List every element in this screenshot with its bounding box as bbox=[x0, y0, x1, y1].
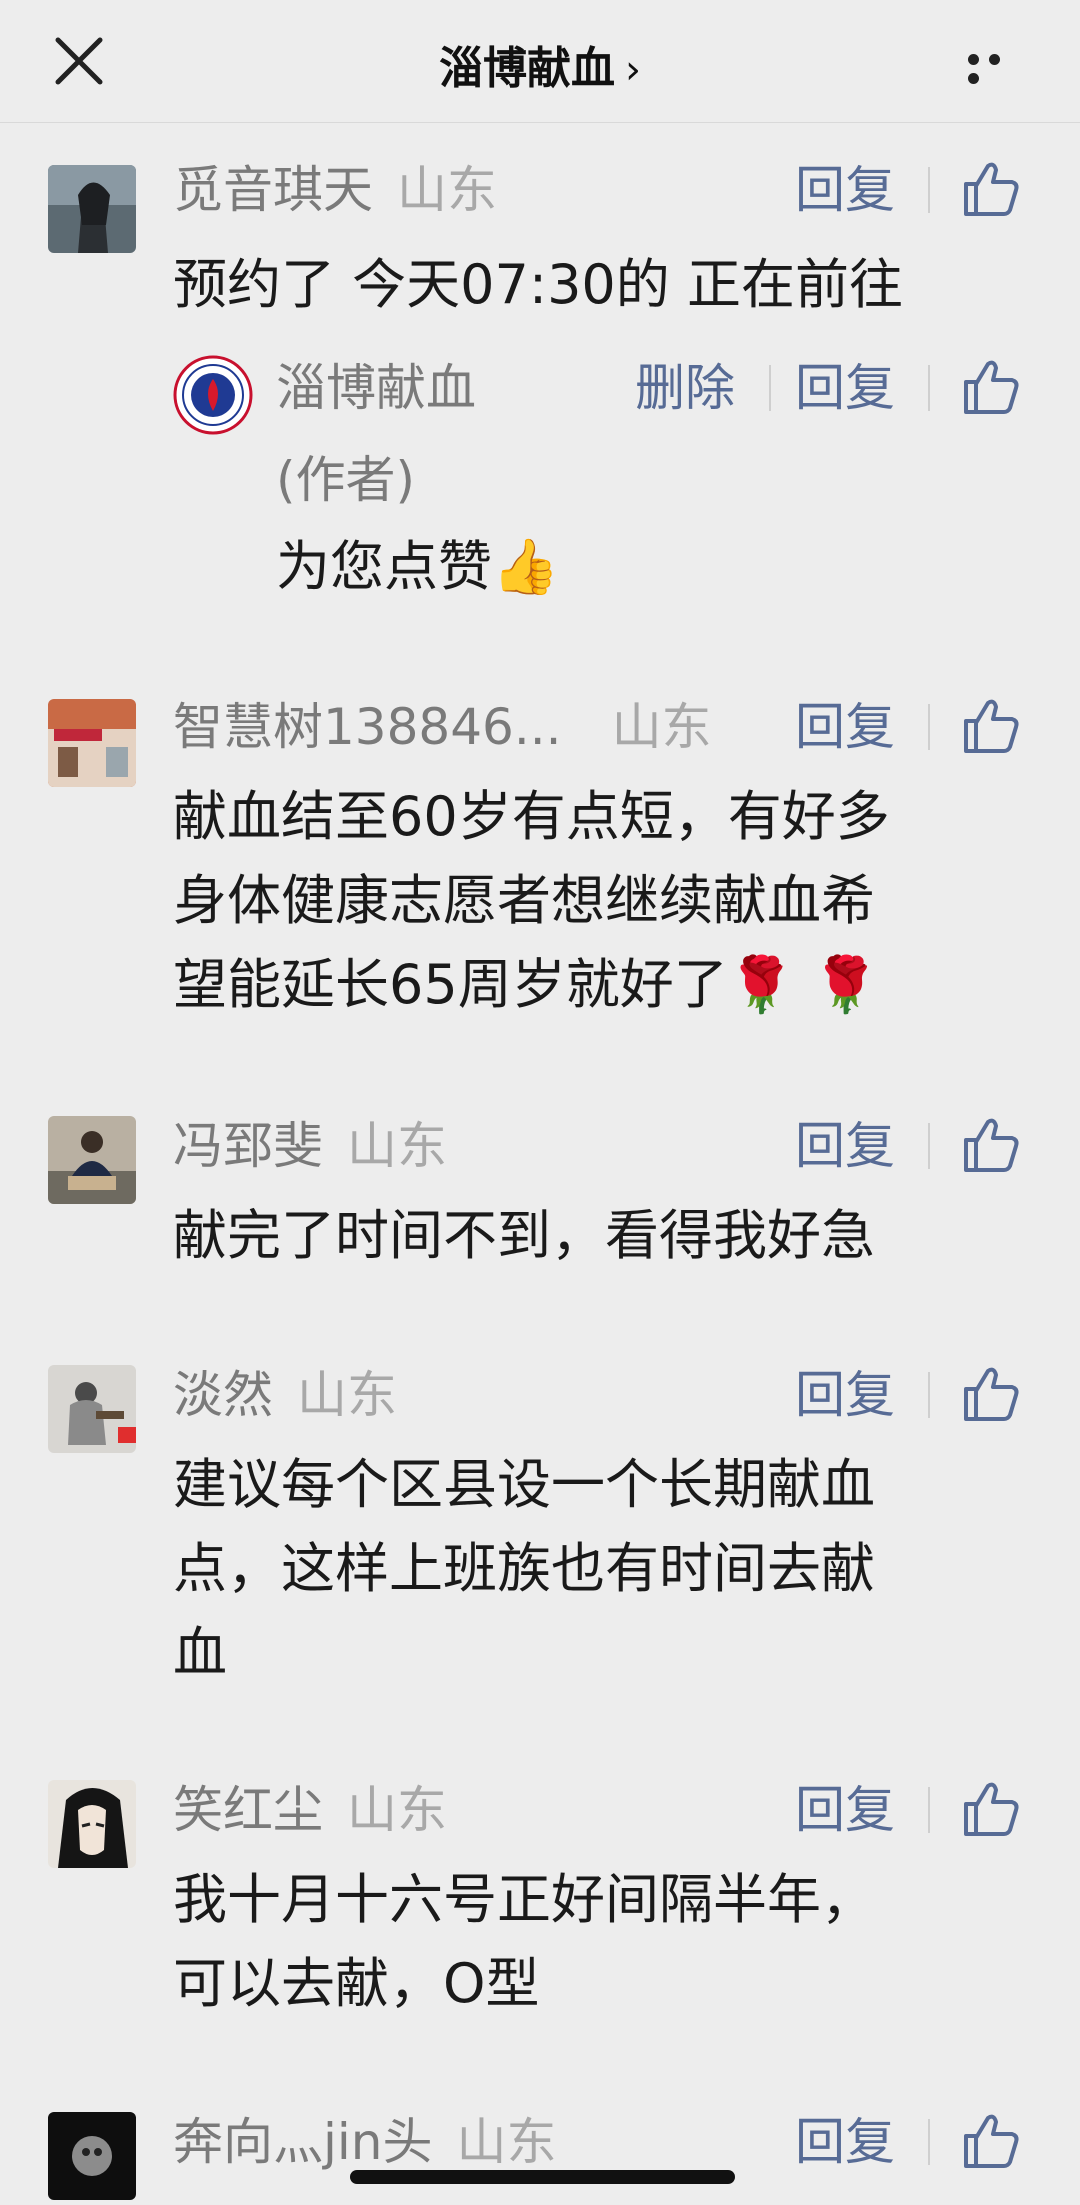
commenter-region: 山东 bbox=[347, 1781, 447, 1839]
comment-text-line: 身体健康志愿者想继续献血希 bbox=[173, 869, 875, 932]
like-icon[interactable] bbox=[960, 695, 1022, 757]
comment-header: 觅音琪天 山东 bbox=[173, 160, 497, 220]
reply-button[interactable]: 回复 bbox=[795, 697, 895, 757]
delete-button[interactable]: 删除 bbox=[635, 358, 735, 418]
author-reply-text: 为您点赞👍 bbox=[276, 535, 560, 598]
author-name[interactable]: 淄博献血 bbox=[276, 358, 476, 418]
avatar[interactable] bbox=[48, 2112, 136, 2200]
chevron-right-icon: › bbox=[625, 47, 641, 93]
comment-header: 淡然 山东 bbox=[173, 1365, 397, 1425]
reply-button[interactable]: 回复 bbox=[795, 1116, 895, 1176]
commenter-region: 山东 bbox=[297, 1366, 397, 1424]
commenter-region: 山东 bbox=[347, 1117, 447, 1175]
reply-button[interactable]: 回复 bbox=[795, 160, 895, 220]
page-title-text: 淄博献血 bbox=[439, 43, 615, 94]
comment-text: 献完了时间不到，看得我好急 bbox=[173, 1204, 875, 1267]
like-icon[interactable] bbox=[960, 356, 1022, 418]
reply-button[interactable]: 回复 bbox=[795, 1780, 895, 1840]
divider bbox=[928, 1372, 930, 1418]
commenter-name[interactable]: 笑红尘 bbox=[173, 1781, 323, 1839]
comment-text: 预约了 今天07:30的 正在前往 bbox=[173, 253, 903, 316]
like-icon[interactable] bbox=[960, 158, 1022, 220]
comment-text-line: 望能延长65周岁就好了🌹 🌹 bbox=[173, 953, 880, 1016]
author-avatar[interactable] bbox=[173, 355, 253, 435]
comment-text: 建议每个区县设一个长期献血 点，这样上班族也有时间去献 血 bbox=[173, 1443, 1033, 1695]
comment-text-line: 点，这样上班族也有时间去献 bbox=[173, 1537, 875, 1600]
top-bar: 淄博献血 › bbox=[0, 0, 1080, 123]
divider bbox=[928, 704, 930, 750]
avatar[interactable] bbox=[48, 165, 136, 253]
divider bbox=[928, 1787, 930, 1833]
commenter-name[interactable]: 奔向灬jin头 bbox=[173, 2113, 432, 2171]
reply-button[interactable]: 回复 bbox=[795, 2112, 895, 2172]
commenter-name[interactable]: 智慧树138846... bbox=[173, 698, 562, 756]
comment-text-line: 建议每个区县设一个长期献血 bbox=[173, 1453, 875, 1516]
comment-text: 我十月十六号正好间隔半年， 可以去献，O型 bbox=[173, 1858, 1033, 2026]
reply-button[interactable]: 回复 bbox=[795, 358, 895, 418]
more-options-icon[interactable] bbox=[968, 50, 1028, 84]
reply-button[interactable]: 回复 bbox=[795, 1365, 895, 1425]
commenter-region: 山东 bbox=[611, 698, 712, 756]
divider bbox=[769, 365, 771, 411]
like-icon[interactable] bbox=[960, 1778, 1022, 1840]
comment-header: 冯郅斐 山东 bbox=[173, 1116, 447, 1176]
divider bbox=[928, 1123, 930, 1169]
avatar[interactable] bbox=[48, 1365, 136, 1453]
like-icon[interactable] bbox=[960, 1114, 1022, 1176]
avatar[interactable] bbox=[48, 1116, 136, 1204]
commenter-region: 山东 bbox=[397, 161, 497, 219]
author-tag: (作者) bbox=[276, 451, 416, 509]
comment-text-line: 血 bbox=[173, 1621, 227, 1684]
avatar[interactable] bbox=[48, 699, 136, 787]
comment-header: 奔向灬jin头 山东 bbox=[173, 2112, 556, 2172]
commenter-region: 山东 bbox=[456, 2113, 557, 2171]
divider bbox=[928, 365, 930, 411]
divider bbox=[928, 167, 930, 213]
commenter-name[interactable]: 淡然 bbox=[173, 1366, 273, 1424]
comment-header: 智慧树138846... 山东 bbox=[173, 697, 712, 757]
commenter-name[interactable]: 冯郅斐 bbox=[173, 1117, 323, 1175]
comment-text-line: 我十月十六号正好间隔半年， bbox=[173, 1868, 875, 1931]
comment-text: 献血结至60岁有点短，有好多 身体健康志愿者想继续献血希 望能延长65周岁就好了… bbox=[173, 775, 1033, 1027]
page-title[interactable]: 淄博献血 › bbox=[0, 32, 1080, 96]
comment-header: 笑红尘 山东 bbox=[173, 1780, 447, 1840]
like-icon[interactable] bbox=[960, 1363, 1022, 1425]
divider bbox=[928, 2119, 930, 2165]
comment-text-line: 可以去献，O型 bbox=[173, 1952, 540, 2015]
home-indicator[interactable] bbox=[350, 2170, 735, 2184]
like-icon[interactable] bbox=[960, 2110, 1022, 2172]
comment-text-line: 献血结至60岁有点短，有好多 bbox=[173, 785, 890, 848]
commenter-name[interactable]: 觅音琪天 bbox=[173, 161, 373, 219]
avatar[interactable] bbox=[48, 1780, 136, 1868]
